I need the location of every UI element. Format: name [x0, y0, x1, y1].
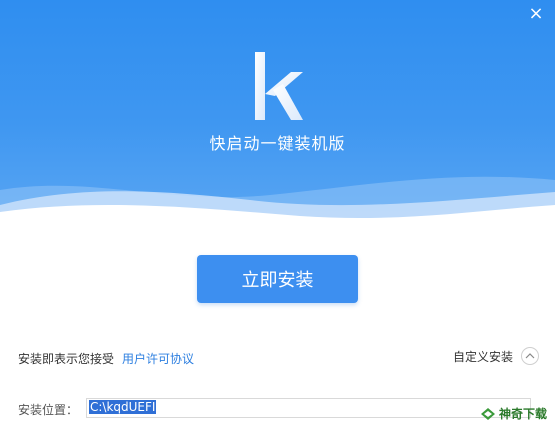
install-location-input[interactable]: C:\kqdUEFI — [86, 398, 531, 418]
install-location-label: 安装位置： — [18, 403, 79, 417]
watermark-logo-icon — [480, 407, 495, 420]
app-logo-icon — [255, 52, 303, 120]
custom-install-toggle[interactable]: 自定义安装 — [453, 347, 539, 365]
install-now-button[interactable]: 立即安装 — [197, 255, 358, 303]
install-location-value: C:\kqdUEFI — [89, 400, 157, 414]
agreement-prefix: 安装即表示您接受 — [18, 352, 115, 366]
agreement-text: 安装即表示您接受 用户许可协议 — [18, 350, 194, 367]
close-icon[interactable]: × — [527, 5, 545, 23]
chevron-up-icon — [521, 347, 539, 365]
watermark-text: 神奇下载 — [498, 407, 547, 421]
license-agreement-link[interactable]: 用户许可协议 — [122, 352, 194, 366]
watermark: 神奇下载 — [480, 405, 547, 422]
wave-decoration — [0, 176, 555, 225]
hero-banner: × 快启动一键装机版 — [0, 0, 555, 225]
custom-install-label: 自定义安装 — [452, 349, 513, 364]
